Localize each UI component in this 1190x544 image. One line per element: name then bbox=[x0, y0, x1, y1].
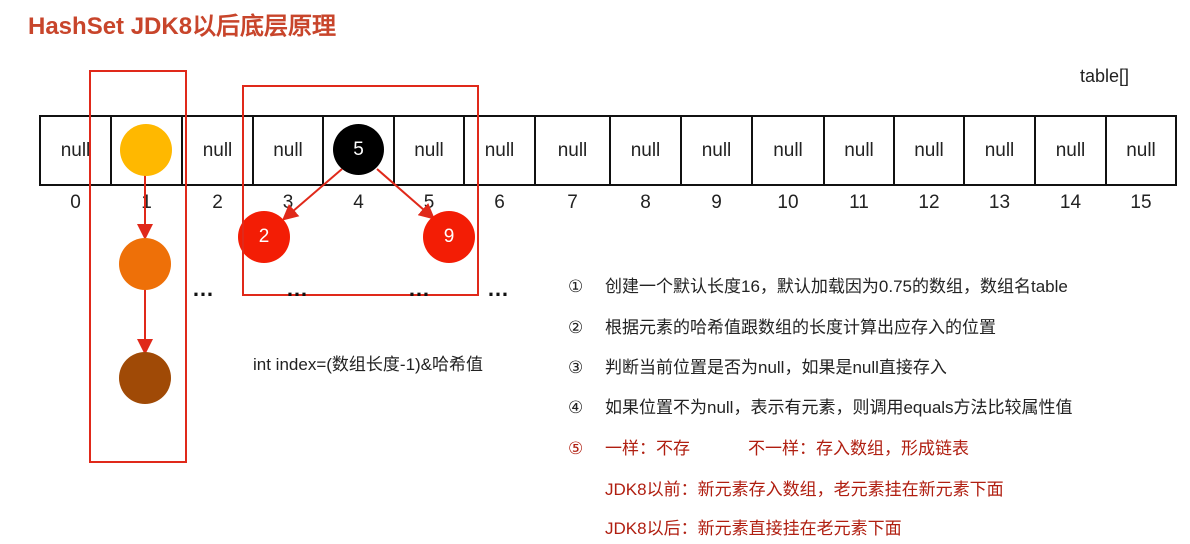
step-text: 一样：不存 bbox=[605, 439, 690, 458]
note-after-jdk8: JDK8以后：新元素直接挂在老元素下面 bbox=[605, 519, 902, 538]
step-text: 如果位置不为null，表示有元素，则调用equals方法比较属性值 bbox=[605, 398, 1073, 417]
index-formula: int index=(数组长度-1)&哈希值 bbox=[253, 355, 484, 374]
step-number: ⑤ bbox=[568, 439, 584, 458]
ellipsis: … bbox=[487, 276, 510, 301]
step-number: ③ bbox=[568, 358, 584, 377]
ellipsis: … bbox=[192, 276, 215, 301]
note-before-jdk8: JDK8以前：新元素存入数组，老元素挂在新元素下面 bbox=[605, 480, 1004, 499]
step-2: ② 根据元素的哈希值跟数组的长度计算出应存入的位置 bbox=[568, 313, 996, 338]
step-text: 判断当前位置是否为null，如果是null直接存入 bbox=[605, 358, 947, 377]
step-text-2: 不一样：存入数组，形成链表 bbox=[748, 439, 969, 458]
step-number: ④ bbox=[568, 398, 584, 417]
step-number: ① bbox=[568, 277, 584, 296]
step-text: 根据元素的哈希值跟数组的长度计算出应存入的位置 bbox=[605, 318, 996, 337]
step-5: ⑤ 一样：不存 不一样：存入数组，形成链表 bbox=[568, 434, 969, 459]
step-number: ② bbox=[568, 318, 584, 337]
step-text: 创建一个默认长度16，默认加载因为0.75的数组，数组名table bbox=[605, 277, 1068, 296]
red-black-tree-highlight-box bbox=[242, 85, 479, 296]
ellipsis: … bbox=[286, 276, 309, 301]
ellipsis: … bbox=[408, 276, 431, 301]
step-1: ① 创建一个默认长度16，默认加载因为0.75的数组，数组名table bbox=[568, 272, 1068, 297]
step-3: ③ 判断当前位置是否为null，如果是null直接存入 bbox=[568, 353, 947, 378]
linked-list-highlight-box bbox=[89, 70, 187, 463]
step-4: ④ 如果位置不为null，表示有元素，则调用equals方法比较属性值 bbox=[568, 393, 1073, 418]
